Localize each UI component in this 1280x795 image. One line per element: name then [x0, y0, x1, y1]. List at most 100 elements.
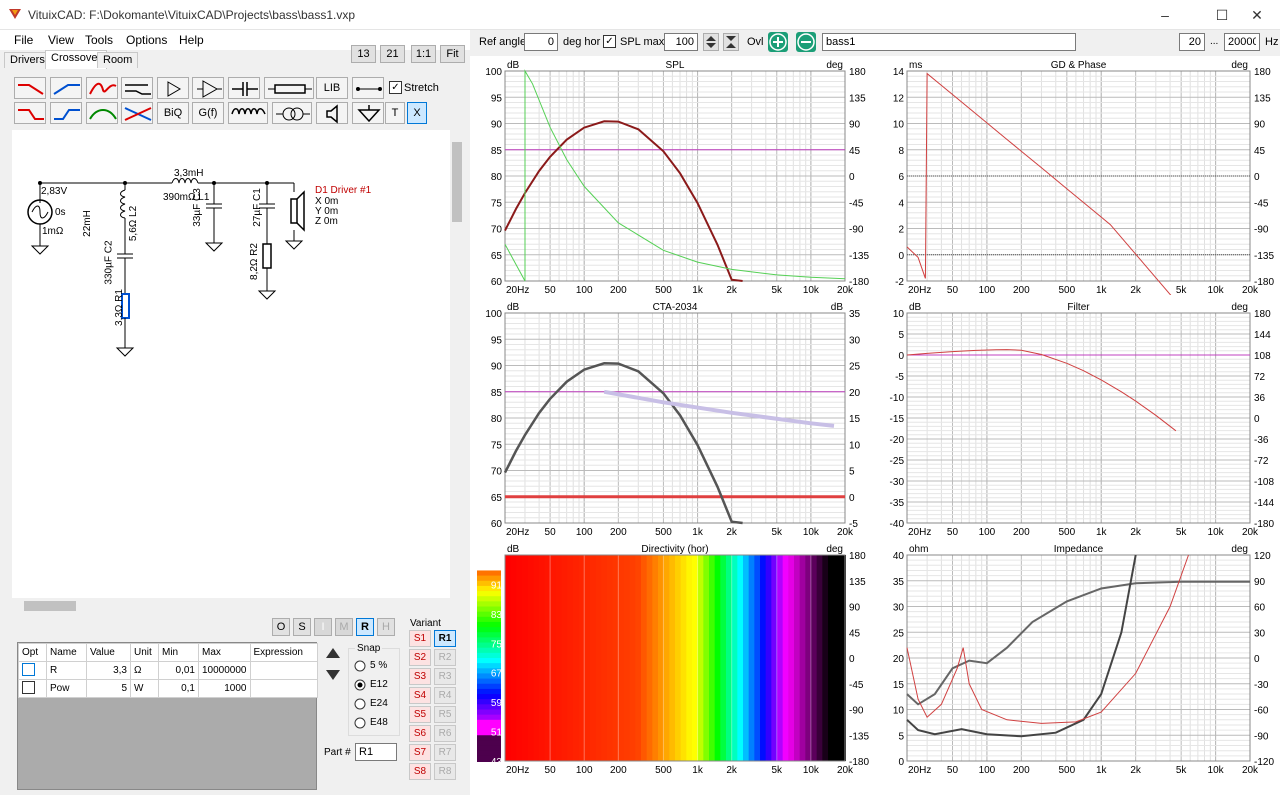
capacitor-tool[interactable]: [228, 77, 260, 99]
h-button[interactable]: H: [377, 618, 395, 636]
minimize-button[interactable]: –: [1142, 0, 1188, 30]
menu-help[interactable]: Help: [179, 33, 204, 47]
variant-s5-button[interactable]: S5: [409, 706, 431, 723]
menu-file[interactable]: File: [14, 33, 33, 47]
freq-max-input[interactable]: [1224, 33, 1260, 51]
value-cell[interactable]: 3,3: [86, 661, 131, 680]
i-button[interactable]: I: [314, 618, 332, 636]
menu-options[interactable]: Options: [126, 33, 167, 47]
table-row[interactable]: R 3,3 Ω 0,01 10000000: [18, 661, 318, 680]
spl-max-checkbox[interactable]: ✓: [603, 35, 616, 48]
bandpass-1-tool[interactable]: [86, 77, 118, 99]
cta-chart[interactable]: CTA-2034dB dB1009590858075706560353025201…: [475, 299, 875, 538]
schematic-vertical-scrollbar[interactable]: [450, 130, 464, 598]
schematic-canvas[interactable]: 2,83V 0s 1mΩ 3,3mH 390mΩ L1 22mH 5,6Ω L2…: [12, 130, 450, 598]
value-cell[interactable]: 5: [86, 679, 131, 698]
opt-checkbox-cell[interactable]: [18, 661, 47, 680]
variant-s2-button[interactable]: S2: [409, 649, 431, 666]
o-button[interactable]: O: [272, 618, 290, 636]
variant-s1-button[interactable]: S1: [409, 630, 431, 647]
m-button[interactable]: M: [335, 618, 353, 636]
part-number-input[interactable]: [355, 743, 397, 761]
name-cell[interactable]: Pow: [46, 679, 87, 698]
variant-s3-button[interactable]: S3: [409, 668, 431, 685]
min-cell[interactable]: 0,1: [158, 679, 199, 698]
add-overlay-button[interactable]: [768, 32, 788, 52]
cross-tool[interactable]: X: [407, 102, 427, 124]
table-row[interactable]: Pow 5 W 0,1 1000: [18, 679, 318, 698]
opamp-tool[interactable]: [192, 77, 224, 99]
variant-s8-button[interactable]: S8: [409, 763, 431, 780]
freq-min-input[interactable]: [1179, 33, 1205, 51]
overlay-name-input[interactable]: [822, 33, 1076, 51]
crossover-schematic[interactable]: [12, 130, 450, 598]
remove-overlay-button[interactable]: [796, 32, 816, 52]
variant-s6-button[interactable]: S6: [409, 725, 431, 742]
zoom-1to1-button[interactable]: 1:1: [411, 45, 436, 63]
snap-e24-radio[interactable]: [354, 698, 366, 713]
ground-tool[interactable]: [352, 102, 384, 124]
spl-chart[interactable]: SPL dB deg 100 95 90 85 80 75 70 65 60 180 135 90 45 0 -4…: [475, 57, 875, 296]
impedance-chart-panel[interactable]: Impedance ohm deg 40 35 30 25 20 15 10 5 0 120 90 60 30…: [877, 541, 1280, 776]
directivity-chart-panel[interactable]: Directivity (hor) dB deg 99 91 83 75 67 59 51 43 18…: [475, 541, 875, 776]
lowpass-2-tool[interactable]: [14, 102, 46, 124]
opt-checkbox-cell[interactable]: [18, 679, 47, 698]
variant-r4-button[interactable]: R4: [434, 687, 456, 704]
tab-room[interactable]: Room: [97, 52, 139, 68]
menu-tools[interactable]: Tools: [85, 33, 113, 47]
inductor-tool[interactable]: [228, 102, 268, 124]
min-cell[interactable]: 0,01: [158, 661, 199, 680]
opt-checkbox[interactable]: [22, 680, 35, 694]
r-button[interactable]: R: [356, 618, 374, 636]
spl-chart-panel[interactable]: SPL dB deg 100 95 90 85 80 75 70 65 60 180 135 90 45 0 -4…: [475, 57, 875, 296]
gain-function-tool[interactable]: G(f): [192, 102, 224, 124]
variant-s7-button[interactable]: S7: [409, 744, 431, 761]
spl-auto-button[interactable]: [723, 33, 739, 51]
close-button[interactable]: ✕: [1234, 0, 1280, 30]
impedance-chart[interactable]: Impedanceohm deg4035302520151050120906030…: [877, 541, 1280, 776]
gd-chart[interactable]: GD & Phase ms deg 14 12 10 8 6 4 2 0 -2 180 135 90 45 0 -…: [877, 57, 1280, 302]
variant-r2-button[interactable]: R2: [434, 649, 456, 666]
menu-view[interactable]: View: [48, 33, 74, 47]
variant-r7-button[interactable]: R7: [434, 744, 456, 761]
schematic-horizontal-scrollbar[interactable]: [12, 599, 450, 613]
opt-checkbox[interactable]: [22, 662, 35, 676]
allpass-tool[interactable]: [121, 77, 153, 99]
resistor-tool[interactable]: [264, 77, 314, 99]
max-cell[interactable]: 1000: [198, 679, 251, 698]
spl-updown-button[interactable]: [703, 33, 719, 51]
expression-cell[interactable]: [249, 661, 318, 680]
variant-r5-button[interactable]: R5: [434, 706, 456, 723]
filter-chart-panel[interactable]: Filter dB deg 10 5 0 -5 -10 -15 -20 -25 -30 -35 -40 18…: [877, 299, 1280, 538]
spl-max-input[interactable]: [664, 33, 698, 51]
variant-s4-button[interactable]: S4: [409, 687, 431, 704]
expression-cell[interactable]: [249, 679, 318, 698]
biquad-tool[interactable]: BiQ: [157, 102, 189, 124]
snap-e48-radio[interactable]: [354, 717, 366, 732]
highpass-1-tool[interactable]: [50, 77, 82, 99]
parameter-table[interactable]: Opt Name Value Unit Min Max Expression R…: [17, 642, 318, 790]
variant-r1-button[interactable]: R1: [434, 630, 456, 647]
tab-drivers[interactable]: Drivers: [4, 52, 51, 68]
buffer-tool[interactable]: [157, 77, 189, 99]
lowpass-1-tool[interactable]: [14, 77, 46, 99]
text-tool[interactable]: T: [385, 102, 405, 124]
wire-tool[interactable]: [352, 77, 384, 99]
name-cell[interactable]: R: [46, 661, 87, 680]
s-button[interactable]: S: [293, 618, 311, 636]
filter-chart[interactable]: FilterdB deg1050-5-10-15-20-25-30-35-4018…: [877, 299, 1280, 538]
stretch-checkbox[interactable]: ✓: [389, 81, 402, 94]
snap-5pct-radio[interactable]: [354, 660, 366, 675]
zoom-21-button[interactable]: 21: [380, 45, 405, 63]
zoom-13-button[interactable]: 13: [351, 45, 376, 63]
cta-chart-panel[interactable]: CTA-2034 dB dB 100 95 90 85 80 75 70 65 60 35 30 25 20 1…: [475, 299, 875, 538]
directivity-chart[interactable]: Directivity (hor) dB deg 99 91 83 75 67 59 51 43 18…: [475, 541, 875, 776]
move-down-button[interactable]: [323, 665, 343, 685]
gd-chart-panel[interactable]: GD & Phase ms deg 14 12 10 8 6 4 2 0 -2 180 135 90 45 0 -…: [877, 57, 1280, 302]
notch-tool[interactable]: [121, 102, 153, 124]
library-button[interactable]: LIB: [316, 77, 348, 99]
variant-r3-button[interactable]: R3: [434, 668, 456, 685]
transformer-tool[interactable]: [272, 102, 312, 124]
variant-r8-button[interactable]: R8: [434, 763, 456, 780]
snap-e12-radio[interactable]: [354, 679, 366, 694]
